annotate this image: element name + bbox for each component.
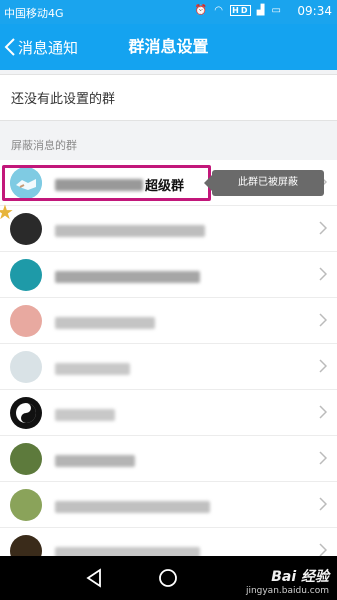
avatar bbox=[10, 213, 42, 245]
avatar bbox=[10, 351, 42, 383]
list-item[interactable] bbox=[0, 528, 337, 556]
group-name bbox=[55, 312, 155, 329]
home-nav-icon[interactable] bbox=[156, 566, 180, 590]
list-item[interactable] bbox=[0, 298, 337, 344]
back-nav-icon[interactable] bbox=[82, 566, 106, 590]
watermark: Bai 经验 jingyan.baidu.com bbox=[246, 566, 329, 596]
group-name bbox=[55, 542, 200, 556]
avatar bbox=[10, 443, 42, 475]
avatar bbox=[10, 535, 42, 556]
chevron-right-icon bbox=[319, 359, 327, 373]
section-header: 屏蔽消息的群 bbox=[11, 139, 77, 152]
group-name: 超级群 bbox=[55, 174, 184, 194]
carrier-label: 中国移动4G bbox=[4, 7, 64, 20]
list-item[interactable] bbox=[0, 436, 337, 482]
watermark-logo: Bai 经验 bbox=[271, 569, 329, 585]
hd-icon: HD bbox=[230, 5, 252, 16]
blurred-name bbox=[55, 408, 115, 421]
blurred-name bbox=[55, 546, 200, 556]
chevron-left-icon bbox=[4, 38, 15, 56]
blocked-tooltip: 此群已被屏蔽 bbox=[204, 170, 324, 196]
back-label: 消息通知 bbox=[18, 38, 79, 57]
watermark-url: jingyan.baidu.com bbox=[245, 586, 329, 596]
chevron-right-icon bbox=[319, 313, 327, 327]
list-item[interactable] bbox=[0, 344, 337, 390]
battery-icon: ▭ bbox=[271, 5, 283, 16]
group-name bbox=[55, 220, 205, 237]
blurred-name bbox=[55, 500, 210, 513]
avatar bbox=[10, 259, 42, 291]
avatar bbox=[10, 489, 42, 521]
navigation-bar: Bai 经验 jingyan.baidu.com bbox=[0, 556, 337, 600]
group-name-text: 超级群 bbox=[145, 179, 185, 194]
chevron-right-icon bbox=[319, 543, 327, 556]
wifi-icon: ◠ bbox=[214, 5, 225, 16]
list-item[interactable] bbox=[0, 390, 337, 436]
status-icons: ⏰ ◠ HD ▟ ▭ bbox=[195, 5, 283, 16]
clock: 09:34 bbox=[297, 4, 332, 18]
group-name bbox=[55, 450, 135, 467]
status-bar: 中国移动4G ⏰ ◠ HD ▟ ▭ 09:34 bbox=[0, 0, 337, 24]
group-name bbox=[55, 358, 130, 375]
title-bar: 消息通知 群消息设置 bbox=[0, 24, 337, 70]
alarm-icon: ⏰ bbox=[194, 5, 210, 16]
yin-yang-icon bbox=[16, 403, 36, 423]
no-setting-row: 还没有此设置的群 bbox=[0, 74, 337, 121]
chevron-right-icon bbox=[319, 497, 327, 511]
blocked-group-list: 超级群 bbox=[0, 160, 337, 556]
chevron-right-icon bbox=[319, 221, 327, 235]
list-item[interactable] bbox=[0, 252, 337, 298]
chevron-right-icon bbox=[319, 267, 327, 281]
blurred-name bbox=[55, 270, 200, 283]
avatar bbox=[10, 305, 42, 337]
blurred-name bbox=[55, 362, 130, 375]
back-button[interactable]: 消息通知 bbox=[4, 24, 78, 70]
handshake-icon bbox=[10, 167, 42, 199]
blurred-name bbox=[55, 224, 205, 237]
avatar bbox=[10, 397, 42, 429]
no-setting-text: 还没有此设置的群 bbox=[11, 92, 116, 107]
avatar bbox=[10, 167, 42, 199]
chevron-right-icon bbox=[319, 451, 327, 465]
blurred-name bbox=[55, 454, 135, 467]
group-name bbox=[55, 496, 210, 513]
signal-icon: ▟ bbox=[256, 5, 267, 16]
star-icon: ★ bbox=[0, 200, 14, 224]
list-item[interactable] bbox=[0, 482, 337, 528]
blurred-name bbox=[55, 316, 155, 329]
group-name bbox=[55, 404, 115, 421]
list-item[interactable] bbox=[0, 206, 337, 252]
chevron-right-icon bbox=[319, 405, 327, 419]
blurred-name bbox=[55, 178, 143, 191]
group-name bbox=[55, 266, 200, 283]
